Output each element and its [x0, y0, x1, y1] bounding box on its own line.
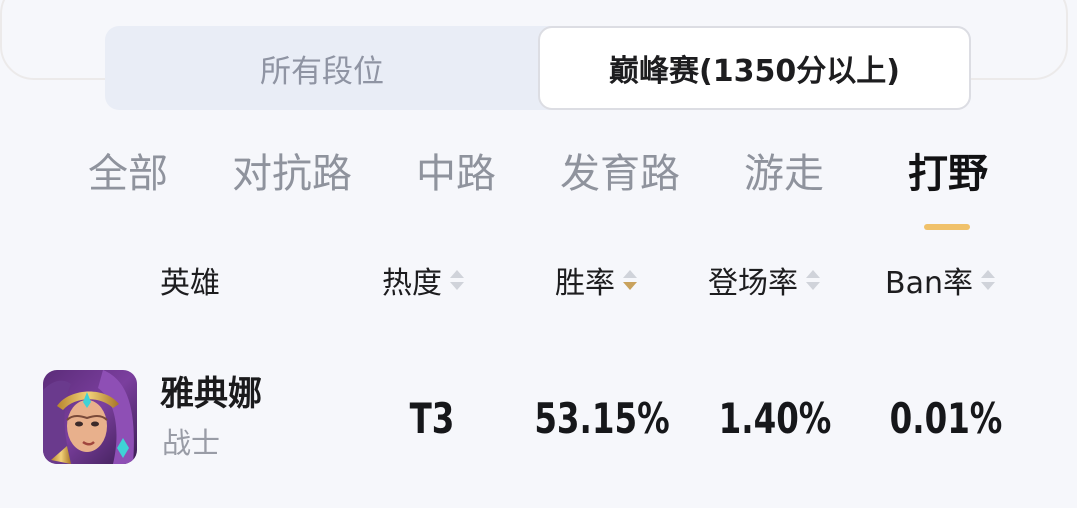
- header-win-rate-label: 胜率: [555, 266, 615, 301]
- hero-ban-rate: 0.01%: [889, 393, 1003, 443]
- sort-down-icon: [980, 282, 995, 290]
- header-heat-label: 热度: [382, 266, 442, 301]
- header-heat[interactable]: 热度: [382, 256, 464, 304]
- rank-option-all[interactable]: 所有段位: [105, 26, 539, 110]
- hero-win-rate: 53.15%: [534, 393, 670, 443]
- tab-roam[interactable]: 游走: [738, 140, 830, 200]
- header-pick-rate[interactable]: 登场率: [708, 256, 820, 304]
- rank-filter: 所有段位 巅峰赛(1350分以上): [105, 26, 971, 110]
- hero-pick-rate: 1.40%: [718, 393, 832, 443]
- tab-all[interactable]: 全部: [82, 140, 174, 200]
- tab-bot-lane[interactable]: 发育路: [550, 140, 690, 200]
- header-ban-rate-label: Ban率: [885, 266, 973, 301]
- tab-jungle[interactable]: 打野: [900, 140, 996, 200]
- hero-tier: T3: [409, 393, 455, 443]
- sort-up-icon: [450, 270, 464, 278]
- sort-icon: [623, 270, 637, 290]
- hero-portrait-icon[interactable]: [43, 370, 137, 464]
- header-pick-rate-label: 登场率: [708, 266, 798, 301]
- header-hero-label: 英雄: [160, 266, 220, 301]
- tab-top-lane[interactable]: 对抗路: [222, 140, 362, 200]
- sort-icon: [806, 270, 820, 290]
- active-tab-indicator: [924, 224, 970, 230]
- hero-name: 雅典娜: [160, 374, 262, 414]
- sort-icon: [450, 270, 464, 290]
- hero-stats-panel: 所有段位 巅峰赛(1350分以上) 全部 对抗路 中路 发育路 游走 打野 英雄…: [0, 0, 1077, 508]
- header-ban-rate[interactable]: Ban率: [885, 256, 995, 304]
- sort-icon: [980, 270, 995, 290]
- rank-option-peak[interactable]: 巅峰赛(1350分以上): [538, 26, 971, 110]
- hero-role: 战士: [162, 426, 221, 460]
- sort-down-icon: [450, 282, 464, 290]
- sort-down-icon: [806, 282, 820, 290]
- tab-mid-lane[interactable]: 中路: [410, 140, 502, 200]
- sort-down-active-icon: [623, 282, 637, 290]
- sort-up-icon: [806, 270, 820, 278]
- header-win-rate[interactable]: 胜率: [555, 256, 637, 304]
- header-hero: 英雄: [160, 256, 220, 304]
- sort-up-icon: [980, 270, 995, 278]
- sort-up-icon: [623, 270, 637, 278]
